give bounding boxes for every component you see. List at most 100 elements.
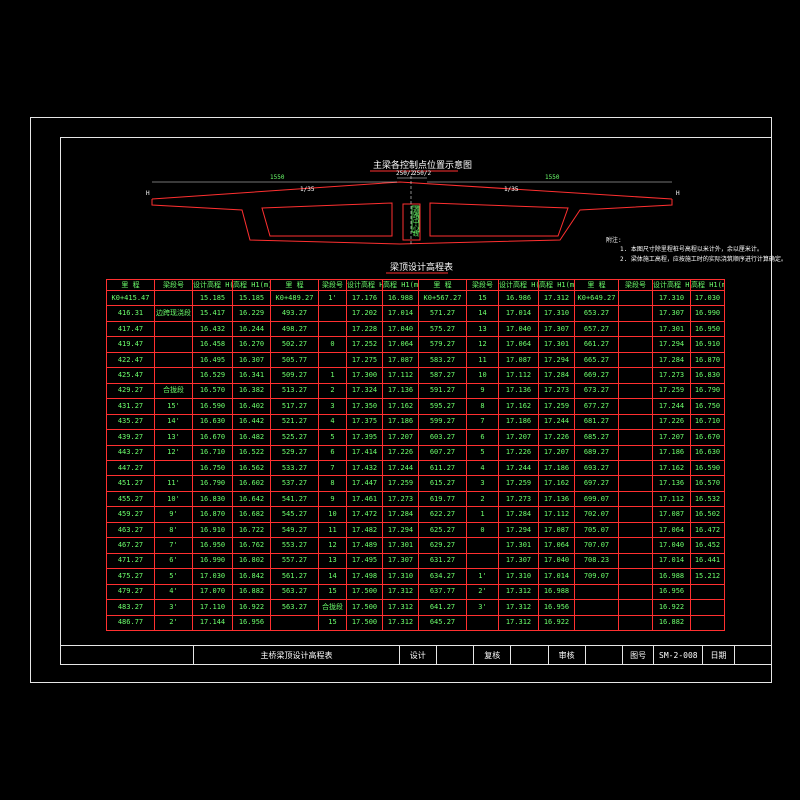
table-cell <box>618 444 653 461</box>
table-cell: 17.030 <box>690 289 725 307</box>
table-cell: 2' <box>154 614 193 632</box>
table-cell <box>618 506 653 523</box>
table-cell: 16.482 <box>232 429 271 446</box>
table-cell: 17.301 <box>652 320 691 338</box>
note-2: 2. 梁体施工高程，应按施工时的实际浇筑顺序进行计算确定。 <box>620 256 787 263</box>
table-cell: 17.186 <box>538 459 575 477</box>
table-cell: 16.956 <box>232 614 271 632</box>
cell-right <box>429 202 569 237</box>
table-cell: 637.77 <box>418 583 467 601</box>
title-block-review-blank <box>584 645 623 665</box>
table-cell: 16.870 <box>690 351 725 369</box>
table-cell <box>466 552 499 570</box>
table-cell <box>618 305 653 322</box>
table-cell: 0 <box>318 336 347 353</box>
table-row: 455.27 10' 16.830 16.642 541.27 9 17.461 17.273… <box>106 490 725 508</box>
table-cell: 3 <box>466 475 499 492</box>
table-cell: 681.27 <box>574 413 619 431</box>
table-cell: 17.136 <box>498 382 539 400</box>
table-cell: 455.27 <box>106 490 155 508</box>
table-cell: 17.273 <box>498 490 539 508</box>
table-cell: 6' <box>154 552 193 570</box>
table-cell: 702.07 <box>574 506 619 523</box>
title-block-check-label: 复核 <box>473 645 512 665</box>
table-cell: 16.402 <box>232 398 271 415</box>
table-cell: 2 <box>318 382 347 400</box>
table-cell: 641.27 <box>418 599 467 616</box>
table-cell: 15 <box>318 614 347 632</box>
header-cell: 里 程 <box>574 279 619 291</box>
table-cell: 9' <box>154 506 193 523</box>
table-cell: 553.27 <box>270 537 319 554</box>
header-cell: 高程 H1(m) <box>232 279 271 291</box>
table-cell: 459.27 <box>106 506 155 523</box>
table-row: 486.77 2' 17.144 16.956 15 17.500 17.312 645.27… <box>106 614 725 632</box>
table-cell: 521.27 <box>270 413 319 431</box>
table-cell: 16.590 <box>192 398 233 415</box>
table-cell: 17.300 <box>346 367 383 384</box>
table-cell: 629.27 <box>418 537 467 554</box>
table-cell: 3' <box>466 599 499 616</box>
table-cell: 17.112 <box>382 367 419 384</box>
h-left-label: H <box>146 190 150 197</box>
table-cell: 17.294 <box>538 351 575 369</box>
table-cell: 15' <box>154 398 193 415</box>
table-cell: 16.670 <box>690 429 725 446</box>
table-cell: 17.312 <box>382 583 419 601</box>
table-cell <box>318 351 347 369</box>
table-cell: 17.064 <box>652 521 691 539</box>
table-cell: 11 <box>466 351 499 369</box>
table-cell <box>154 367 193 384</box>
table-cell: 619.77 <box>418 490 467 508</box>
table-cell: 边跨现浇段 <box>154 305 193 322</box>
table-cell: 9 <box>466 382 499 400</box>
header-cell: 梁段号 <box>318 279 347 291</box>
table-cell: 1 <box>466 506 499 523</box>
table-cell: 533.27 <box>270 459 319 477</box>
table-cell: 645.27 <box>418 614 467 632</box>
table-cell: 661.27 <box>574 336 619 353</box>
table-cell: 3 <box>318 398 347 415</box>
table-cell: 17.087 <box>652 506 691 523</box>
table-cell: 677.27 <box>574 398 619 415</box>
notes-heading: 附注: <box>606 237 622 244</box>
table-cell: 16.522 <box>232 444 271 461</box>
header-cell: 梁段号 <box>154 279 193 291</box>
table-cell: 17.040 <box>382 320 419 338</box>
table-cell: 17.310 <box>382 568 419 585</box>
table-cell: 6 <box>318 444 347 461</box>
table-cell: 15.185 <box>232 289 271 307</box>
table-cell: 17.312 <box>498 614 539 632</box>
table-cell: 5 <box>466 444 499 461</box>
cell-left <box>261 202 393 237</box>
table-cell: 17.307 <box>538 320 575 338</box>
table-cell <box>618 336 653 353</box>
table-cell: 545.27 <box>270 506 319 523</box>
table-cell: 611.27 <box>418 459 467 477</box>
header-cell: 梁段号 <box>618 279 653 291</box>
table-cell: 10 <box>466 367 499 384</box>
table-cell: 16.802 <box>232 552 271 570</box>
title-block-date-blank <box>733 645 773 665</box>
table-cell: 419.47 <box>106 336 155 353</box>
table-cell: 17.275 <box>346 351 383 369</box>
header-cell: 梁段号 <box>466 279 499 291</box>
table-cell: 17.070 <box>192 583 233 601</box>
table-cell <box>690 583 725 601</box>
table-cell: 447.27 <box>106 459 155 477</box>
table-cell <box>466 537 499 554</box>
table-cell <box>574 583 619 601</box>
table-cell: 16.472 <box>690 521 725 539</box>
table-cell: 17.244 <box>538 413 575 431</box>
center-label: 道路中心线 <box>413 207 420 238</box>
table-cell: 16.502 <box>690 506 725 523</box>
table-cell: 17.176 <box>346 289 383 307</box>
table-cell: 17.207 <box>498 429 539 446</box>
table-cell: 17.498 <box>346 568 383 585</box>
table-cell: 16.532 <box>690 490 725 508</box>
table-cell: K0+489.27 <box>270 289 319 307</box>
table-cell: 16.670 <box>192 429 233 446</box>
table-row: 417.47 16.432 16.244 498.27 17.228 17.040 575.… <box>106 320 725 338</box>
table-cell <box>154 351 193 369</box>
table-cell <box>318 305 347 322</box>
